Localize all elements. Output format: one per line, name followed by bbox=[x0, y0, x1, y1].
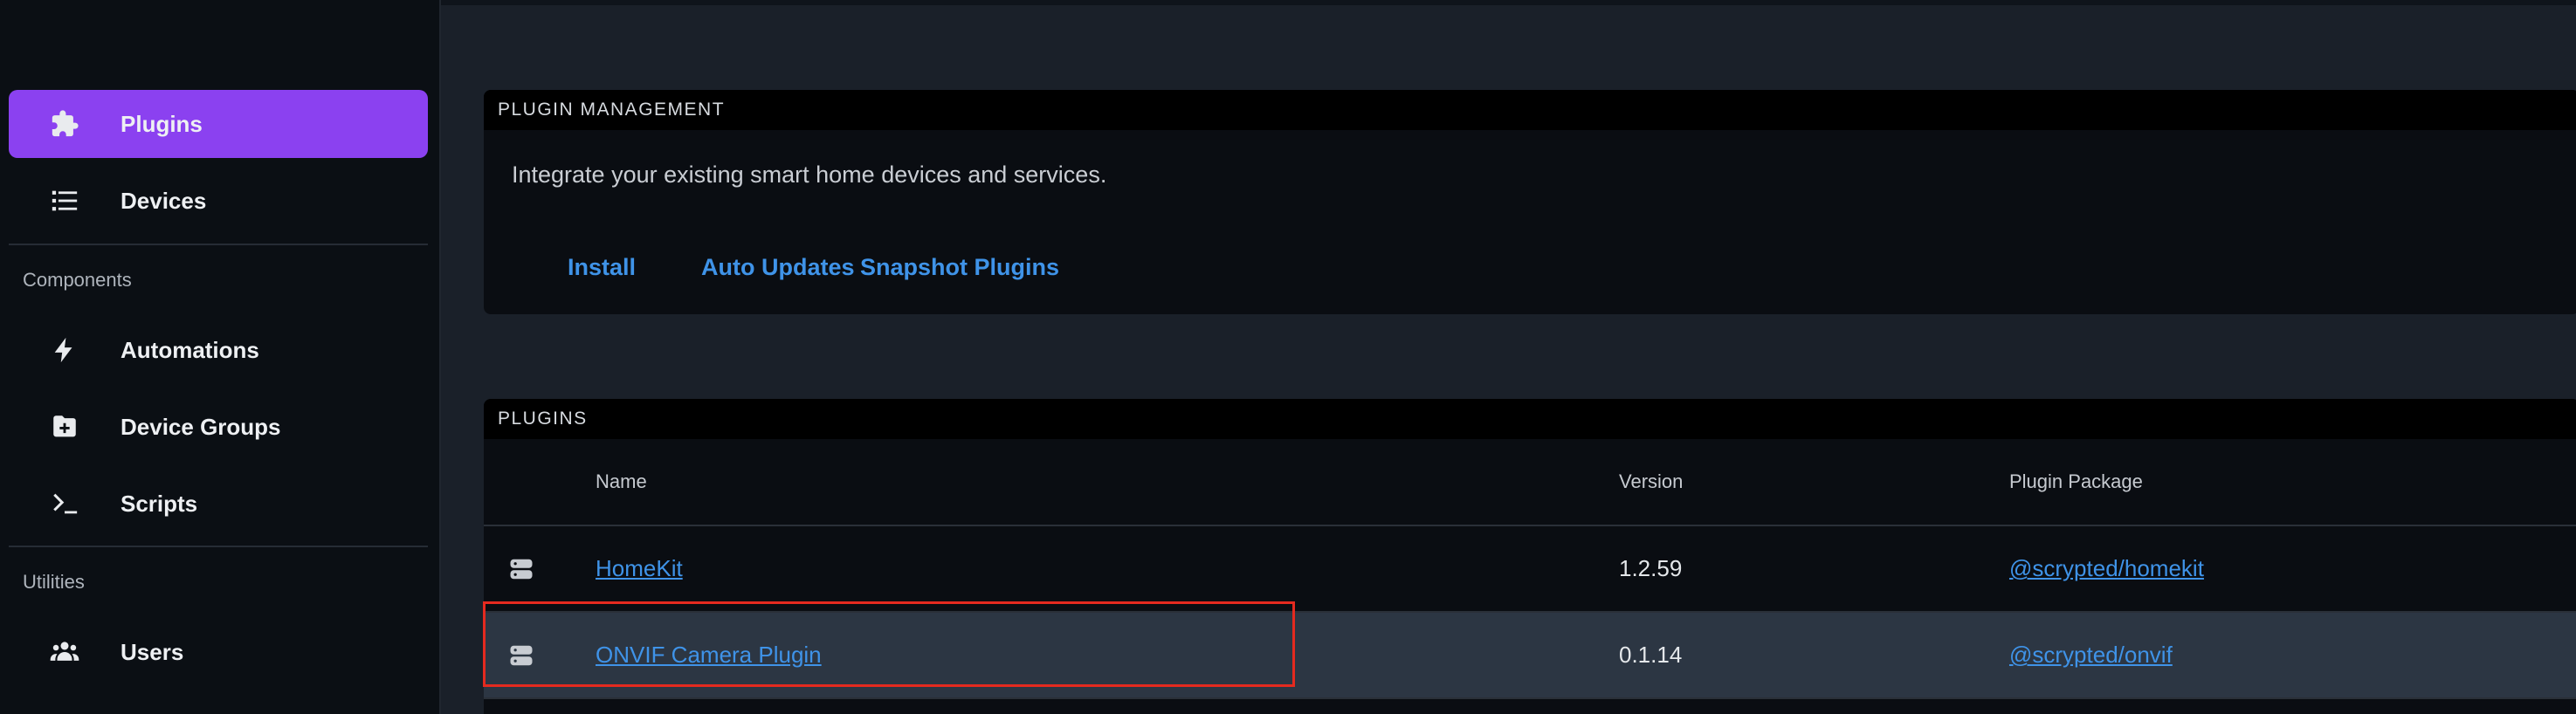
card-header: PLUGINS bbox=[484, 399, 2576, 439]
column-header-icon bbox=[484, 439, 595, 526]
sidebar-item-label: Device Groups bbox=[121, 413, 281, 440]
server-icon bbox=[510, 645, 533, 665]
sidebar-item-label: Users bbox=[121, 638, 184, 665]
table-header-row: Name Version Plugin Package bbox=[484, 439, 2576, 526]
plugins-card: PLUGINS Name Version Plugin Package Home… bbox=[484, 399, 2576, 714]
sidebar-item-automations[interactable]: Automations bbox=[9, 316, 428, 384]
auto-updates-button[interactable]: Auto Updates bbox=[701, 254, 855, 281]
terminal-icon bbox=[9, 489, 121, 518]
sidebar-item-devices[interactable]: Devices bbox=[9, 167, 428, 235]
sidebar-item-label: Scripts bbox=[121, 490, 198, 517]
sidebar: Plugins Devices Components Automations D… bbox=[0, 0, 441, 714]
column-header-package[interactable]: Plugin Package bbox=[2008, 439, 2576, 526]
sidebar-item-label: Plugins bbox=[121, 110, 203, 137]
users-icon bbox=[9, 637, 121, 667]
sidebar-item-plugins[interactable]: Plugins bbox=[9, 90, 428, 158]
plugin-name-link[interactable]: HomeKit bbox=[596, 555, 683, 581]
sidebar-item-device-groups[interactable]: Device Groups bbox=[9, 393, 428, 461]
plugin-version-cell: 0.1.14 bbox=[1618, 612, 2008, 699]
row-icon-cell bbox=[484, 525, 595, 613]
server-icon bbox=[510, 559, 533, 579]
plugin-management-description: Integrate your existing smart home devic… bbox=[512, 161, 1107, 188]
plugin-package-cell: @scrypted/homekit bbox=[2008, 525, 2576, 613]
table-row[interactable]: HomeKit 1.2.59 @scrypted/homekit bbox=[484, 525, 2576, 613]
plugin-package-link[interactable]: @scrypted/onvif bbox=[2009, 642, 2173, 668]
puzzle-icon bbox=[9, 109, 121, 139]
divider bbox=[9, 546, 428, 547]
section-label-components: Components bbox=[23, 269, 132, 291]
folder-plus-icon bbox=[9, 412, 121, 442]
divider bbox=[9, 244, 428, 245]
plugin-version-cell: 1.2.59 bbox=[1618, 525, 2008, 613]
card-header: PLUGIN MANAGEMENT bbox=[484, 90, 2576, 130]
column-header-version[interactable]: Version bbox=[1618, 439, 2008, 526]
plugins-table: Name Version Plugin Package HomeKit 1.2.… bbox=[484, 439, 2576, 699]
plugin-package-link[interactable]: @scrypted/homekit bbox=[2009, 555, 2204, 581]
plugin-name-cell: ONVIF Camera Plugin bbox=[595, 612, 1618, 699]
sidebar-item-scripts[interactable]: Scripts bbox=[9, 470, 428, 538]
sidebar-item-label: Devices bbox=[121, 187, 207, 214]
bolt-icon bbox=[9, 335, 121, 365]
plugin-name-cell: HomeKit bbox=[595, 525, 1618, 613]
snapshot-plugins-button[interactable]: Snapshot Plugins bbox=[860, 254, 1059, 281]
row-icon-cell bbox=[484, 612, 595, 699]
column-header-name[interactable]: Name bbox=[595, 439, 1618, 526]
main-content: PLUGIN MANAGEMENT Integrate your existin… bbox=[441, 5, 2576, 714]
plugin-management-card: PLUGIN MANAGEMENT Integrate your existin… bbox=[484, 90, 2576, 314]
install-button[interactable]: Install bbox=[568, 254, 636, 281]
sidebar-item-users[interactable]: Users bbox=[9, 618, 428, 686]
table-row[interactable]: ONVIF Camera Plugin 0.1.14 @scrypted/onv… bbox=[484, 612, 2576, 699]
list-icon bbox=[9, 186, 121, 216]
section-label-utilities: Utilities bbox=[23, 571, 85, 593]
plugin-package-cell: @scrypted/onvif bbox=[2008, 612, 2576, 699]
plugin-name-link[interactable]: ONVIF Camera Plugin bbox=[596, 642, 822, 668]
sidebar-item-label: Automations bbox=[121, 336, 259, 363]
